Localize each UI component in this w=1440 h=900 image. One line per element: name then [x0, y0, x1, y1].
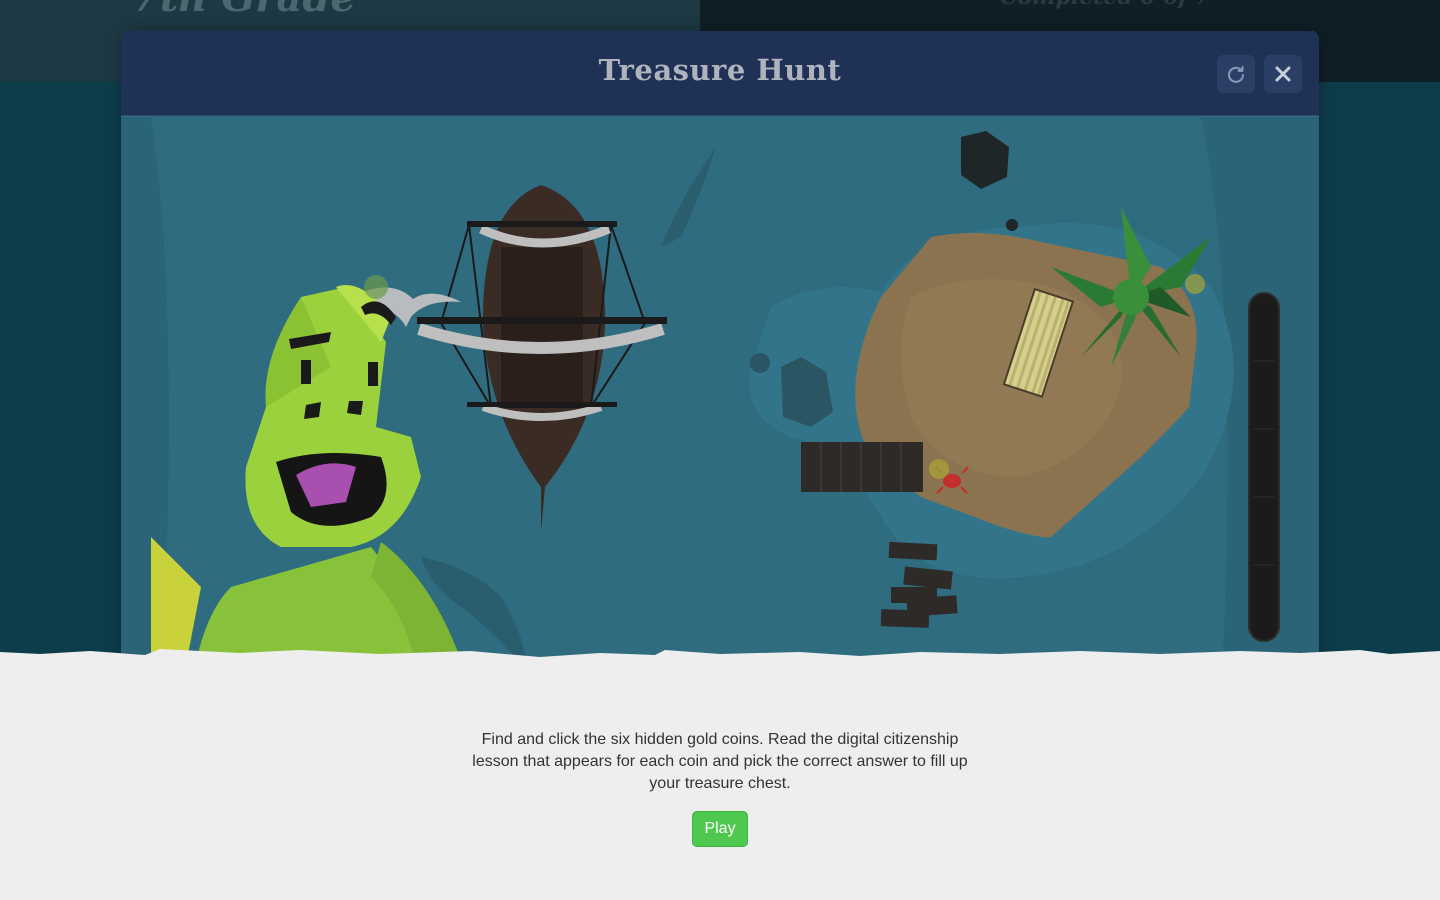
gold-coin-dock[interactable]: [929, 459, 949, 479]
completed-counter: Completed 0 of 7: [1000, 0, 1210, 10]
page: 7th Grade Completed 0 of 7 Treasure Hunt: [0, 0, 1440, 900]
close-icon: [1275, 66, 1291, 82]
treasure-progress-bar: [1248, 292, 1280, 642]
rock-small: [1006, 219, 1018, 231]
refresh-button[interactable]: [1217, 55, 1255, 93]
instructions-text: Find and click the six hidden gold coins…: [472, 731, 968, 792]
modal-header: Treasure Hunt: [121, 31, 1319, 116]
game-scene[interactable]: [121, 117, 1319, 691]
treasure-hunt-modal: Treasure Hunt: [121, 31, 1319, 691]
play-button[interactable]: Play: [692, 811, 748, 847]
rock-tiny: [750, 353, 770, 373]
gold-coin-hidden[interactable]: [364, 275, 388, 299]
refresh-icon: [1228, 66, 1244, 83]
gold-coin-palm[interactable]: [1185, 274, 1205, 294]
grade-title: 7th Grade: [132, 0, 356, 21]
close-button[interactable]: [1264, 55, 1302, 93]
modal-title: Treasure Hunt: [598, 53, 842, 87]
